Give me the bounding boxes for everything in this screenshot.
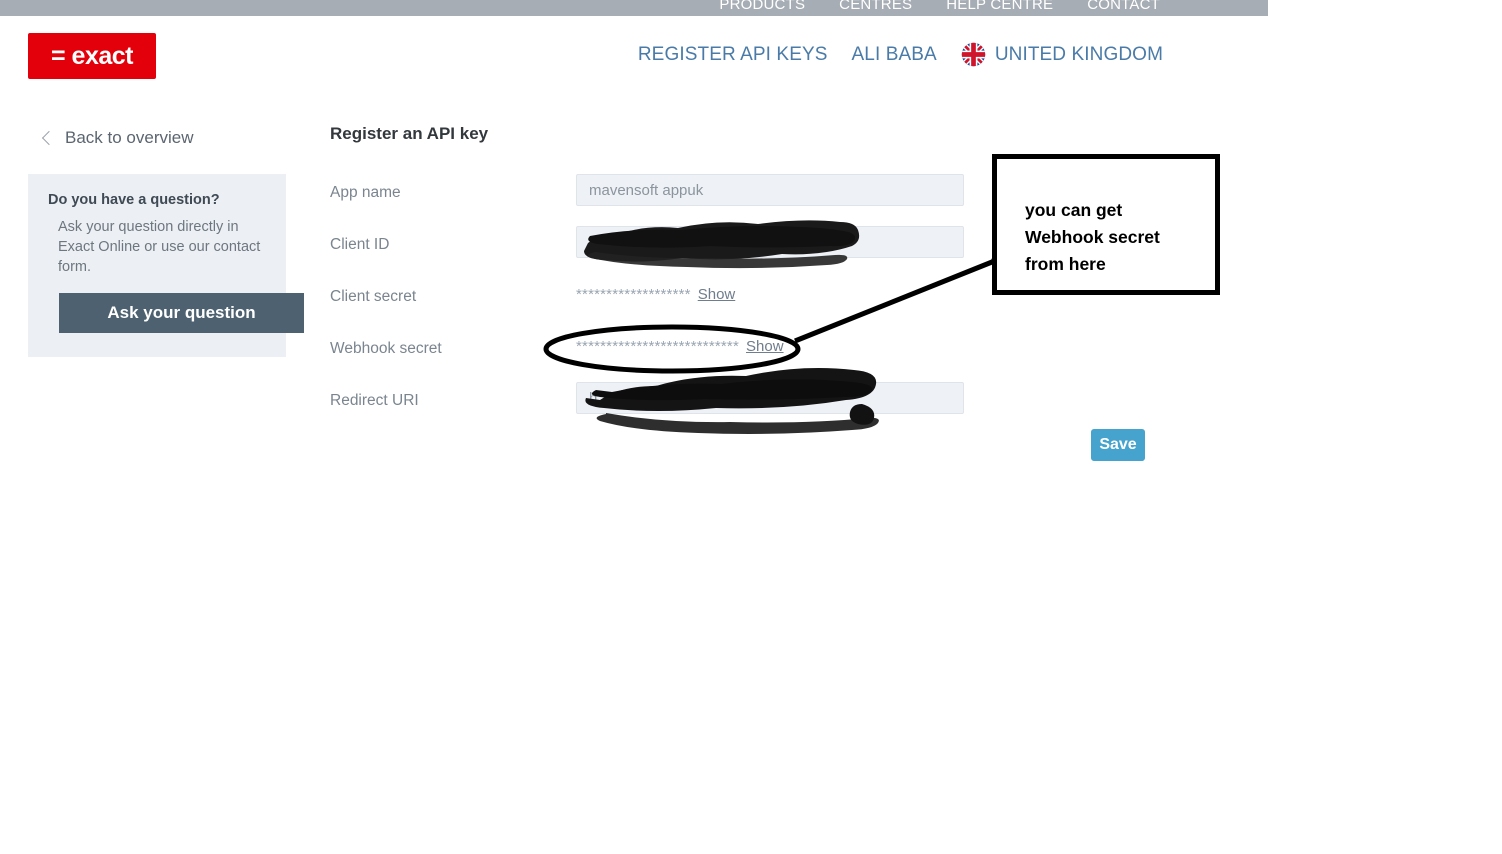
form-row-app-name: App name mavensoft appuk xyxy=(330,174,970,226)
label-client-secret: Client secret xyxy=(330,288,417,305)
topbar-link-help-centre[interactable]: HELP CENTRE xyxy=(946,0,1053,13)
label-webhook-secret: Webhook secret xyxy=(330,340,442,357)
back-to-overview-link[interactable]: Back to overview xyxy=(41,128,286,148)
country-selector[interactable]: UNITED KINGDOM xyxy=(961,42,1163,67)
topbar-link-products[interactable]: PRODUCTS xyxy=(719,0,805,13)
label-app-name: App name xyxy=(330,184,401,201)
form-row-client-id: Client ID xyxy=(330,226,970,278)
annotation-callout-text: you can get Webhook secret from here xyxy=(1025,197,1160,278)
input-app-name[interactable]: mavensoft appuk xyxy=(576,174,964,206)
annotation-callout-box: you can get Webhook secret from here xyxy=(992,154,1220,295)
ask-your-question-button[interactable]: Ask your question xyxy=(59,293,304,333)
page-title: Register an API key xyxy=(330,124,489,143)
annotation-line-3: from here xyxy=(1025,254,1106,274)
site-header: = exact REGISTER API KEYS ALI BABA UNITE… xyxy=(0,16,1268,98)
masked-webhook-secret: *************************** Show xyxy=(576,330,784,355)
top-utility-bar: PRODUCTS CENTRES HELP CENTRE CONTACT xyxy=(0,0,1268,16)
main-navigation: REGISTER API KEYS ALI BABA UNITED KINGDO… xyxy=(638,42,1163,67)
annotation-line-2: Webhook secret xyxy=(1025,227,1160,247)
masked-client-secret: ******************* Show xyxy=(576,278,735,303)
nav-link-register-api-keys[interactable]: REGISTER API KEYS xyxy=(638,44,828,66)
annotation-line-1: you can get xyxy=(1025,200,1123,220)
input-redirect-uri[interactable]: h xyxy=(576,382,964,414)
nav-link-ali-baba[interactable]: ALI BABA xyxy=(852,44,937,66)
save-button[interactable]: Save xyxy=(1091,429,1145,461)
question-box-title: Do you have a question? xyxy=(48,192,220,208)
chevron-left-icon xyxy=(41,130,57,146)
label-redirect-uri: Redirect URI xyxy=(330,392,419,409)
topbar-link-centres[interactable]: CENTRES xyxy=(839,0,912,13)
exact-logo-text: = exact xyxy=(51,41,134,70)
label-client-id: Client ID xyxy=(330,236,390,253)
form-row-redirect-uri: Redirect URI h xyxy=(330,382,970,434)
sidebar: Back to overview Do you have a question?… xyxy=(28,128,304,357)
input-client-id[interactable] xyxy=(576,226,964,258)
form-row-client-secret: Client secret ******************* Show xyxy=(330,278,970,330)
question-box-body: Ask your question directly in Exact Onli… xyxy=(58,219,261,275)
topbar-link-contact[interactable]: CONTACT xyxy=(1087,0,1160,13)
top-utility-nav: PRODUCTS CENTRES HELP CENTRE CONTACT xyxy=(0,0,1268,16)
show-client-secret-link[interactable]: Show xyxy=(698,286,736,303)
webhook-secret-mask: *************************** xyxy=(576,338,740,355)
country-label: UNITED KINGDOM xyxy=(994,43,1163,65)
uk-flag-icon xyxy=(961,42,986,67)
client-secret-mask: ******************* xyxy=(576,286,691,303)
question-box: Do you have a question? Ask your questio… xyxy=(28,174,304,357)
main-content: Register an API key App name mavensoft a… xyxy=(330,124,970,434)
form-row-webhook-secret: Webhook secret *************************… xyxy=(330,330,970,382)
exact-logo[interactable]: = exact xyxy=(28,33,156,79)
back-to-overview-label: Back to overview xyxy=(65,128,194,147)
show-webhook-secret-link[interactable]: Show xyxy=(746,338,784,355)
